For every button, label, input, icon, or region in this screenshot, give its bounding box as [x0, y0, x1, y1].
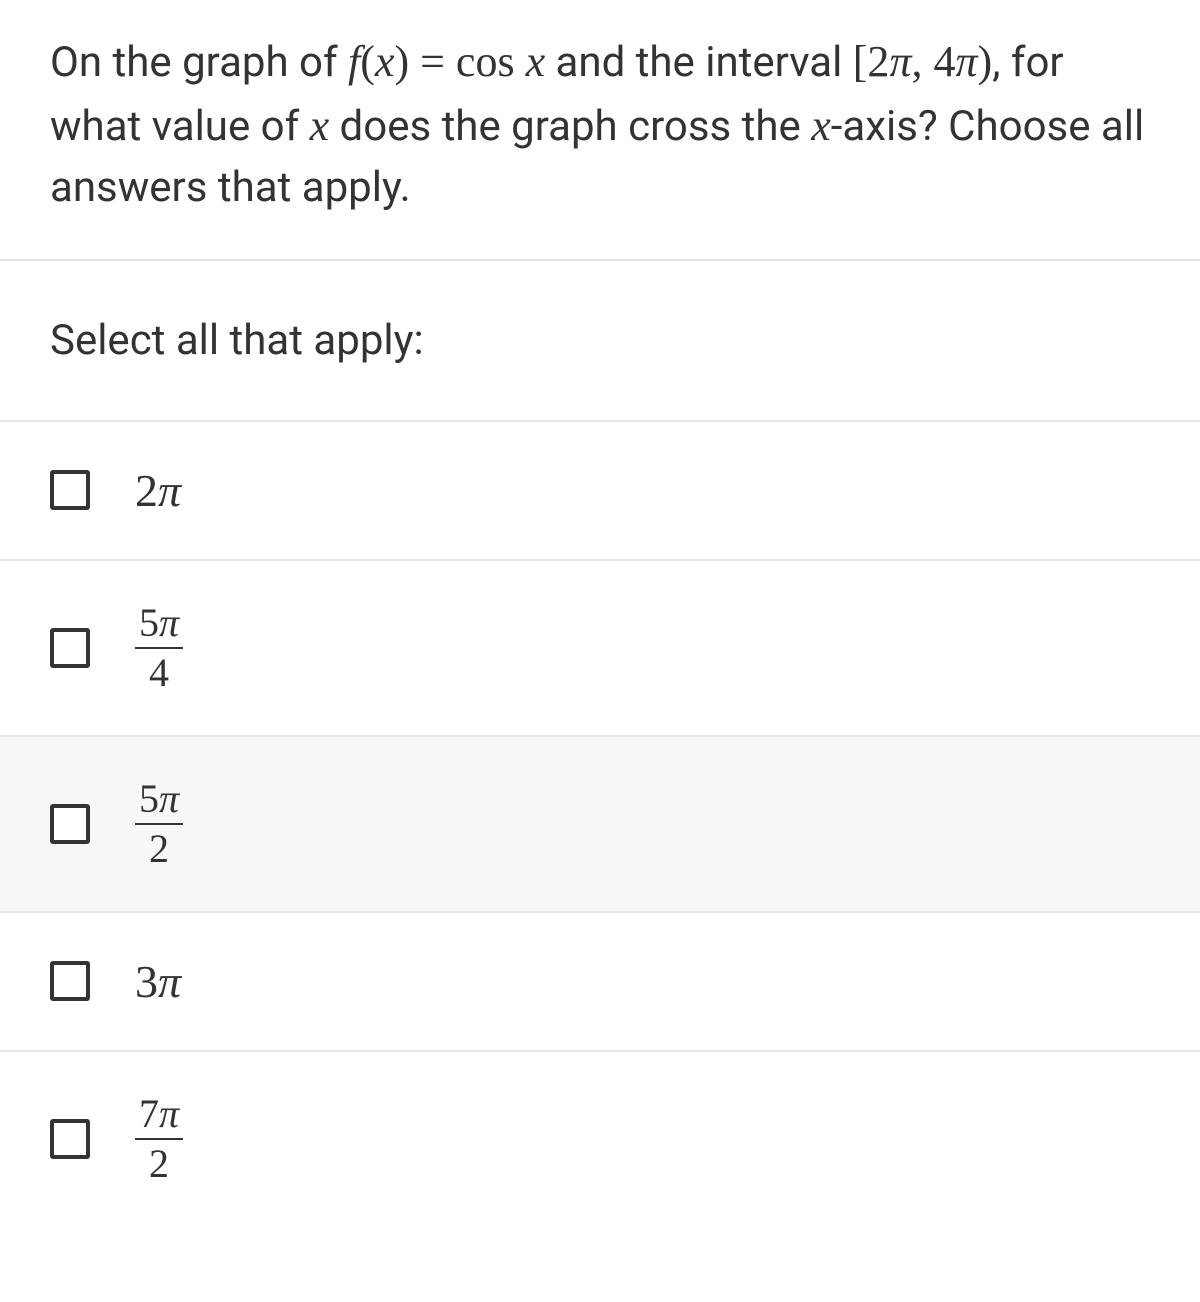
checkbox-4[interactable]: [50, 1119, 90, 1159]
option-label-3: 3π: [135, 955, 181, 1008]
question-part4: does the graph cross the: [329, 102, 811, 151]
question-part1: On the graph of: [50, 38, 348, 87]
question-part2: and the interval: [545, 38, 853, 87]
option-label-0: 2π: [135, 464, 181, 517]
question-xvar: x: [310, 101, 330, 150]
option-row-3[interactable]: 3π: [0, 913, 1200, 1052]
option-label-1: 5π4: [135, 603, 183, 693]
question-interval: [2π, 4π): [853, 37, 992, 86]
option-row-2[interactable]: 5π2: [0, 737, 1200, 913]
question-xaxis: x: [811, 101, 831, 150]
question-fx: f(x) = cos x: [348, 37, 545, 86]
checkbox-0[interactable]: [50, 470, 90, 510]
option-row-0[interactable]: 2π: [0, 422, 1200, 561]
option-label-2: 5π2: [135, 779, 183, 869]
checkbox-3[interactable]: [50, 961, 90, 1001]
options-list: 2π 5π4 5π2 3π 7π2: [0, 422, 1200, 1226]
instruction-text: Select all that apply:: [0, 261, 1200, 422]
option-label-4: 7π2: [135, 1094, 183, 1184]
checkbox-2[interactable]: [50, 804, 90, 844]
option-row-4[interactable]: 7π2: [0, 1052, 1200, 1226]
option-row-1[interactable]: 5π4: [0, 561, 1200, 737]
checkbox-1[interactable]: [50, 628, 90, 668]
question-text: On the graph of f(x) = cos x and the int…: [0, 0, 1200, 261]
